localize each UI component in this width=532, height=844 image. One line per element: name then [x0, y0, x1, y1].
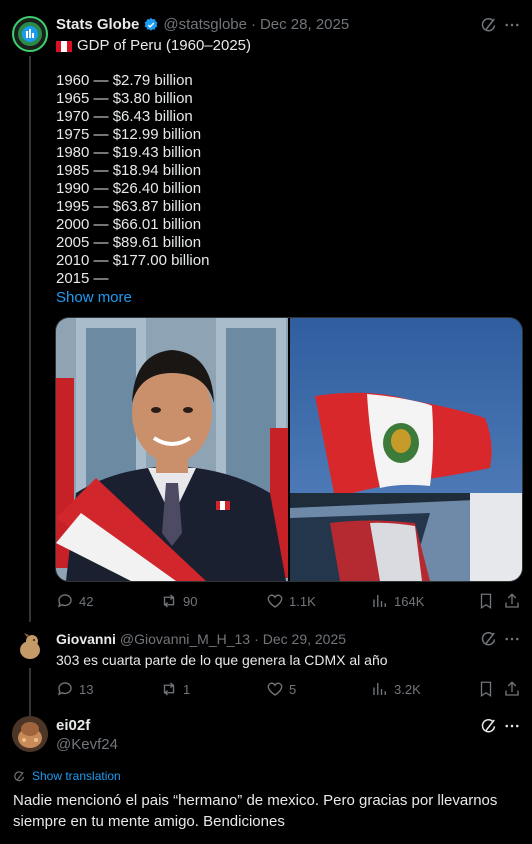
post-date[interactable]: Dec 28, 2025: [260, 16, 349, 33]
views-button[interactable]: 164K: [371, 592, 424, 610]
gdp-line: 2010 — $177.00 billion: [56, 252, 210, 269]
author-name[interactable]: Giovanni: [56, 631, 116, 647]
gdp-line: 1980 — $19.43 billion: [56, 144, 202, 161]
reply-button[interactable]: 42: [56, 592, 93, 610]
bookmark-button[interactable]: [477, 680, 495, 703]
gdp-line: 2000 — $66.01 billion: [56, 216, 202, 233]
repost-button[interactable]: 1: [160, 680, 190, 698]
gdp-line: 2015 —: [56, 270, 109, 287]
like-count: 5: [289, 681, 297, 697]
reply-count: 13: [79, 681, 94, 697]
views-icon: [373, 683, 386, 695]
photo-avatar-icon: [12, 716, 48, 752]
gdp-line: 1965 — $3.80 billion: [56, 90, 193, 107]
author-handle[interactable]: @Giovanni_M_H_13: [120, 631, 250, 647]
repost-icon: [163, 682, 175, 696]
bookmark-button[interactable]: [477, 592, 495, 615]
repost-icon: [163, 594, 175, 608]
more-options-icon[interactable]: [503, 630, 521, 653]
views-icon: [373, 595, 386, 607]
repost-count: 90: [183, 593, 198, 609]
like-button[interactable]: 5: [266, 680, 296, 698]
verified-badge-icon: [145, 17, 158, 31]
repost-button[interactable]: 90: [160, 592, 197, 610]
grok-icon[interactable]: [480, 717, 498, 740]
portrait-illustration: [56, 318, 288, 581]
thread-line: [29, 56, 31, 622]
avatar-stats-globe[interactable]: [12, 16, 48, 52]
share-icon: [505, 593, 519, 608]
author-handle[interactable]: @Kevf24: [56, 736, 118, 753]
views-count: 3.2K: [394, 681, 421, 697]
gdp-line: 1975 — $12.99 billion: [56, 126, 202, 143]
gdp-line: 1995 — $63.87 billion: [56, 198, 202, 215]
share-button[interactable]: [503, 592, 521, 615]
avatar-ei02f[interactable]: [12, 716, 48, 752]
globe-logo-icon: [18, 22, 42, 46]
bookmark-icon: [480, 593, 492, 610]
gdp-line: 1960 — $2.79 billion: [56, 72, 193, 89]
more-options-icon[interactable]: [503, 717, 521, 740]
post-title-row: GDP of Peru (1960–2025): [56, 37, 251, 55]
heart-icon: [267, 594, 283, 608]
dog-avatar-icon: [20, 633, 40, 659]
share-button[interactable]: [503, 680, 521, 703]
separator-dot: ·: [254, 631, 259, 647]
like-count: 1.1K: [289, 593, 316, 609]
photo-flag[interactable]: [290, 318, 522, 581]
flag-illustration: [290, 318, 522, 581]
peru-flag-icon: [56, 40, 72, 52]
author-name[interactable]: Stats Globe: [56, 16, 139, 33]
avatar-giovanni[interactable]: [14, 630, 46, 662]
grok-icon[interactable]: [480, 630, 498, 653]
like-button[interactable]: 1.1K: [266, 592, 316, 610]
post-header: Stats Globe @statsglobe · Dec 28, 2025: [56, 16, 349, 33]
post-body: 1960 — $2.79 billion 1965 — $3.80 billio…: [56, 72, 209, 288]
post-date[interactable]: Dec 29, 2025: [263, 631, 346, 647]
show-translation-button[interactable]: Show translation: [13, 769, 121, 783]
reply-icon: [57, 682, 72, 696]
reply-button[interactable]: 13: [56, 680, 93, 698]
separator-dot: ·: [250, 16, 256, 33]
author-handle[interactable]: @statsglobe: [163, 16, 247, 33]
gdp-line: 1985 — $18.94 billion: [56, 162, 202, 179]
heart-icon: [267, 682, 283, 696]
gdp-line: 1970 — $6.43 billion: [56, 108, 193, 125]
author-name[interactable]: ei02f: [56, 717, 90, 734]
reply-2-text: Nadie mencionó el pais “hermano” de mexi…: [13, 792, 498, 830]
more-options-icon[interactable]: [503, 16, 521, 39]
reply-icon: [57, 594, 72, 608]
bookmark-icon: [480, 681, 492, 698]
reply-1-text: 303 es cuarta parte de lo que genera la …: [56, 652, 388, 668]
show-translation-label: Show translation: [32, 769, 121, 783]
thread-line: [29, 668, 31, 718]
photo-portrait[interactable]: [56, 318, 288, 581]
repost-count: 1: [183, 681, 191, 697]
grok-icon[interactable]: [480, 16, 498, 39]
reply-1-header: Giovanni @Giovanni_M_H_13 · Dec 29, 2025: [56, 631, 346, 647]
translate-icon: [14, 770, 24, 781]
gdp-line: 2005 — $89.61 billion: [56, 234, 202, 251]
views-button[interactable]: 3.2K: [371, 680, 421, 698]
reply-count: 42: [79, 593, 94, 609]
post-title: GDP of Peru (1960–2025): [77, 37, 252, 54]
show-more-link[interactable]: Show more: [56, 289, 132, 307]
gdp-line: 1990 — $26.40 billion: [56, 180, 202, 197]
views-count: 164K: [394, 593, 425, 609]
share-icon: [505, 681, 519, 696]
media-grid: [55, 317, 523, 582]
